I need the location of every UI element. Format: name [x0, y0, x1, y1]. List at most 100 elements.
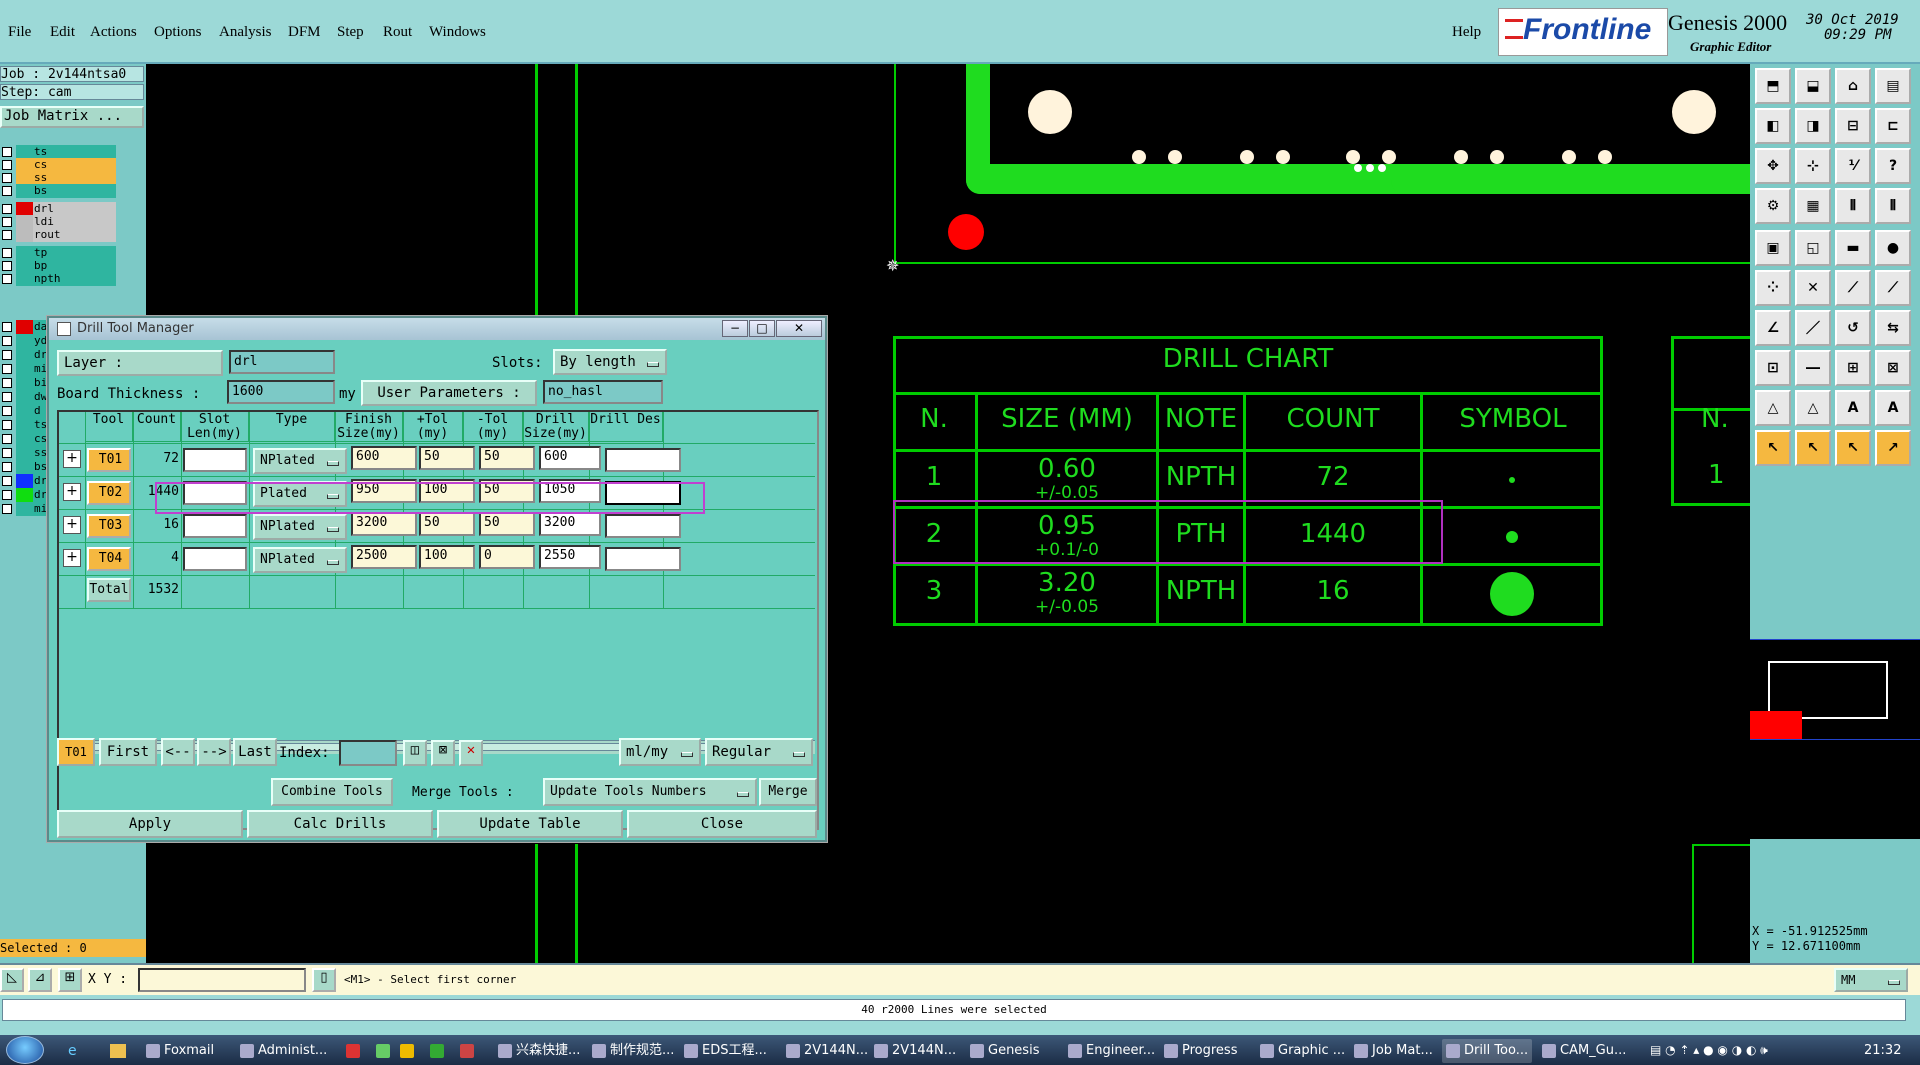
layer-row[interactable]: cs	[0, 432, 46, 446]
merge-button[interactable]: Merge	[759, 778, 817, 806]
close-window-button[interactable]: ✕	[776, 320, 822, 337]
pointer3-icon[interactable]: ↖	[1835, 430, 1871, 466]
minus-tol-field[interactable]: 50	[479, 446, 535, 470]
layer-row[interactable]: cs	[0, 158, 116, 172]
pad-icon[interactable]: ▣	[1755, 230, 1791, 266]
layer-row[interactable]: mi	[0, 502, 46, 516]
maximize-button[interactable]: □	[749, 320, 775, 337]
text2-icon[interactable]: A	[1875, 390, 1911, 426]
pan-left-icon[interactable]: ◧	[1755, 108, 1791, 144]
drill-size-field[interactable]: 2550	[539, 545, 601, 569]
rotate-icon[interactable]: ↺	[1835, 310, 1871, 346]
taskbar-item[interactable]: 2V144N...	[870, 1039, 956, 1063]
layer-checkbox[interactable]	[2, 420, 12, 430]
units-select[interactable]: ml/my	[619, 738, 701, 766]
menu-analysis[interactable]: Analysis	[219, 24, 272, 41]
info-icon[interactable]: ▯	[312, 968, 336, 992]
minimize-button[interactable]: −	[722, 320, 748, 337]
tool-icon-button[interactable]: ◫	[403, 740, 427, 766]
ie-icon[interactable]: e	[68, 1043, 84, 1059]
copy-icon[interactable]: ⊠	[1875, 350, 1911, 386]
mode-select[interactable]: Regular	[705, 738, 813, 766]
finish-size-field[interactable]: 2500	[351, 545, 417, 569]
expand-icon[interactable]: +	[63, 516, 81, 534]
taskbar-item[interactable]: 制作规范...	[588, 1039, 676, 1063]
first-button[interactable]: First	[99, 738, 157, 766]
minus-tol-field[interactable]: 50	[479, 512, 535, 536]
slot-len-field[interactable]	[183, 547, 247, 571]
layer-checkbox[interactable]	[2, 504, 12, 514]
layer-row[interactable]: ss	[0, 171, 116, 185]
pointer4-icon[interactable]: ↗	[1875, 430, 1911, 466]
table-row[interactable]: + T01 72 NPlated 600 50 50 600	[59, 444, 815, 477]
pan-right-icon[interactable]: ◨	[1795, 108, 1831, 144]
slots-select[interactable]: By length	[553, 349, 667, 375]
user-parameters-field[interactable]: no_hasl	[543, 380, 663, 404]
layer-row[interactable]: ts	[0, 418, 46, 432]
layer-checkbox[interactable]	[2, 364, 12, 374]
layer-checkbox[interactable]	[2, 274, 12, 284]
drill-des-field[interactable]	[605, 547, 681, 571]
layer-row[interactable]: tp	[0, 246, 116, 260]
layer-checkbox[interactable]	[2, 160, 12, 170]
layer-checkbox[interactable]	[2, 490, 12, 500]
route2-icon[interactable]: ⟋	[1875, 270, 1911, 306]
layer-checkbox[interactable]	[2, 217, 12, 227]
start-button[interactable]	[6, 1036, 44, 1064]
taskbar-item[interactable]: Progress	[1160, 1039, 1248, 1063]
combine-tools-button[interactable]: Combine Tools	[271, 778, 393, 806]
tool-name[interactable]: T01	[87, 448, 131, 472]
table-row[interactable]: + T04 4 NPlated 2500 100 0 2550	[59, 543, 815, 576]
flip-icon[interactable]: ⇆	[1875, 310, 1911, 346]
tool-name[interactable]: T04	[87, 547, 131, 571]
plus-tol-field[interactable]: 100	[419, 545, 475, 569]
layer-checkbox[interactable]	[2, 322, 12, 332]
menu-actions[interactable]: Actions	[90, 24, 137, 41]
update-tools-numbers-select[interactable]: Update Tools Numbers	[543, 778, 757, 806]
prev-button[interactable]: <--	[161, 738, 195, 766]
expand-icon[interactable]: +	[63, 450, 81, 468]
layer-checkbox[interactable]	[2, 350, 12, 360]
taskbar-item[interactable]: Drill Too...	[1442, 1039, 1532, 1063]
drill-size-field[interactable]: 3200	[539, 512, 601, 536]
layer-checkbox[interactable]	[2, 186, 12, 196]
plus-tol-field[interactable]: 50	[419, 512, 475, 536]
close-button[interactable]: Close	[627, 810, 817, 838]
finish-size-field[interactable]: 600	[351, 446, 417, 470]
taskbar-item[interactable]: 2V144N...	[782, 1039, 868, 1063]
cross-icon[interactable]: ✕	[1795, 270, 1831, 306]
menu-file[interactable]: File	[8, 24, 31, 41]
route-icon[interactable]: ⟋	[1835, 270, 1871, 306]
layer-row[interactable]: ts	[0, 145, 116, 159]
taskbar-item[interactable]: Graphic ...	[1256, 1039, 1344, 1063]
triangle2-icon[interactable]: △	[1795, 390, 1831, 426]
quicklaunch-icon[interactable]	[460, 1044, 474, 1058]
layer-checkbox[interactable]	[2, 448, 12, 458]
finish-size-field[interactable]: 3200	[351, 512, 417, 536]
menu-help[interactable]: Help	[1452, 24, 1481, 41]
menu-step[interactable]: Step	[337, 24, 364, 41]
type-select[interactable]: NPlated	[253, 547, 347, 573]
layer-row[interactable]: ss	[0, 446, 46, 460]
tool-name[interactable]: T02	[87, 481, 131, 505]
calc-drills-button[interactable]: Calc Drills	[247, 810, 433, 838]
job-matrix-button[interactable]: Job Matrix ...	[0, 106, 144, 128]
slash-icon[interactable]: ／	[1795, 310, 1831, 346]
pointer-icon[interactable]: ↖	[1755, 430, 1791, 466]
taskbar-item[interactable]: Job Mat...	[1350, 1039, 1436, 1063]
center-icon[interactable]: ⊹	[1795, 148, 1831, 184]
layer-row[interactable]: npth	[0, 272, 116, 286]
menu-dfm[interactable]: DFM	[288, 24, 321, 41]
tool-name[interactable]: T03	[87, 514, 131, 538]
layer-row[interactable]: dr	[0, 488, 46, 502]
layer-row[interactable]: drl	[0, 202, 116, 216]
taskbar-item[interactable]: Foxmail	[142, 1039, 232, 1063]
select-icon[interactable]: ◺	[0, 968, 24, 992]
taskbar-item[interactable]: Administ...	[236, 1039, 326, 1063]
text-icon[interactable]: A	[1835, 390, 1871, 426]
dot-icon[interactable]: ●	[1875, 230, 1911, 266]
snap-icon[interactable]: ⫴	[1835, 188, 1871, 224]
layer-row[interactable]: dr	[0, 348, 46, 362]
drill-size-field[interactable]: 600	[539, 446, 601, 470]
taskbar-item[interactable]: EDS工程...	[680, 1039, 776, 1063]
